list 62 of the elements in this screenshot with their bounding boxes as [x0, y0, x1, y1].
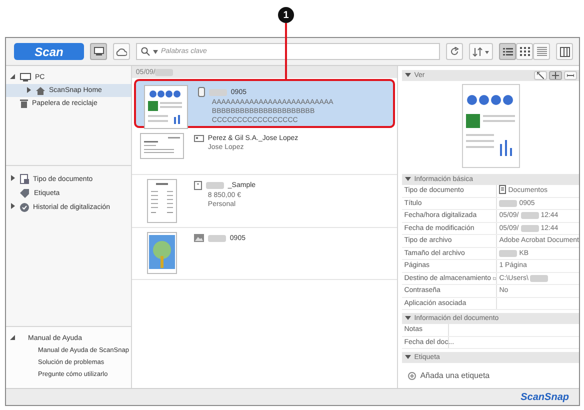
callout-number: 1: [278, 7, 294, 23]
collapse-caret-icon[interactable]: [405, 354, 412, 360]
list-view-icon: [502, 47, 512, 56]
document-icon: [499, 185, 506, 194]
view-mode-button[interactable]: [516, 43, 533, 60]
expander-caret-icon[interactable]: [10, 74, 16, 80]
sort-button[interactable]: [469, 43, 493, 60]
collapse-caret-icon[interactable]: [405, 176, 412, 182]
blurred-text: [530, 274, 548, 282]
lines-view-icon: [536, 47, 546, 56]
pc-toggle-button[interactable]: [90, 43, 107, 60]
add-tag-button[interactable]: Añada una etiqueta: [402, 363, 496, 388]
view-mode-button[interactable]: [499, 43, 516, 60]
dropdown-caret-icon: [153, 50, 158, 54]
receipt-icon: [194, 181, 202, 190]
brand-logo: ScanSnap: [520, 392, 569, 402]
leader-line: [285, 23, 287, 81]
blurred-text: [520, 224, 539, 232]
blurred-text: [520, 212, 539, 220]
trash-icon: [20, 99, 28, 108]
monitor-icon: [20, 73, 31, 82]
blurred-text: [208, 88, 227, 96]
expander-caret-icon[interactable]: [10, 175, 16, 181]
picture-icon: [194, 234, 204, 242]
fit-icon: [537, 72, 544, 79]
expander-caret-icon[interactable]: [10, 203, 16, 209]
tree-picture-thumbnail: [146, 232, 177, 274]
scanner-icon: [198, 87, 205, 97]
blurred-text: [499, 250, 518, 257]
expander-caret-icon[interactable]: [26, 86, 32, 92]
cloud-icon: [116, 48, 127, 56]
move-icon: [552, 72, 559, 79]
scan-button[interactable]: Scan: [14, 43, 84, 60]
panel-layout-button[interactable]: [556, 43, 573, 60]
move-button[interactable]: [549, 71, 562, 80]
fit-button[interactable]: [534, 71, 547, 80]
blurred-text: [206, 182, 224, 189]
document-type-icon: [20, 174, 29, 184]
search-icon: [141, 47, 150, 56]
blurred-text: [499, 200, 518, 207]
sort-arrows-icon: [472, 46, 490, 56]
tag-icon: [20, 188, 30, 198]
blurred-text: [208, 234, 226, 242]
width-button[interactable]: [564, 71, 577, 80]
monitor-icon: [94, 47, 104, 56]
expander-caret-icon[interactable]: [10, 334, 16, 340]
cloud-toggle-button[interactable]: [113, 43, 130, 60]
clock-icon: [20, 202, 29, 212]
width-icon: [567, 72, 574, 79]
columns-icon: [560, 46, 570, 56]
grid-view-icon: [520, 47, 530, 56]
refresh-icon: [450, 47, 459, 56]
view-mode-button[interactable]: [533, 43, 550, 60]
document-thumbnail: [144, 85, 188, 129]
business-card-thumbnail: [140, 133, 184, 159]
business-card-icon: [194, 135, 204, 142]
receipt-thumbnail: [146, 179, 177, 223]
refresh-button[interactable]: [446, 43, 463, 60]
home-icon: [36, 86, 45, 94]
plus-circle-icon: [408, 372, 416, 380]
collapse-caret-icon[interactable]: [405, 314, 412, 320]
collapse-caret-icon[interactable]: [405, 72, 412, 78]
